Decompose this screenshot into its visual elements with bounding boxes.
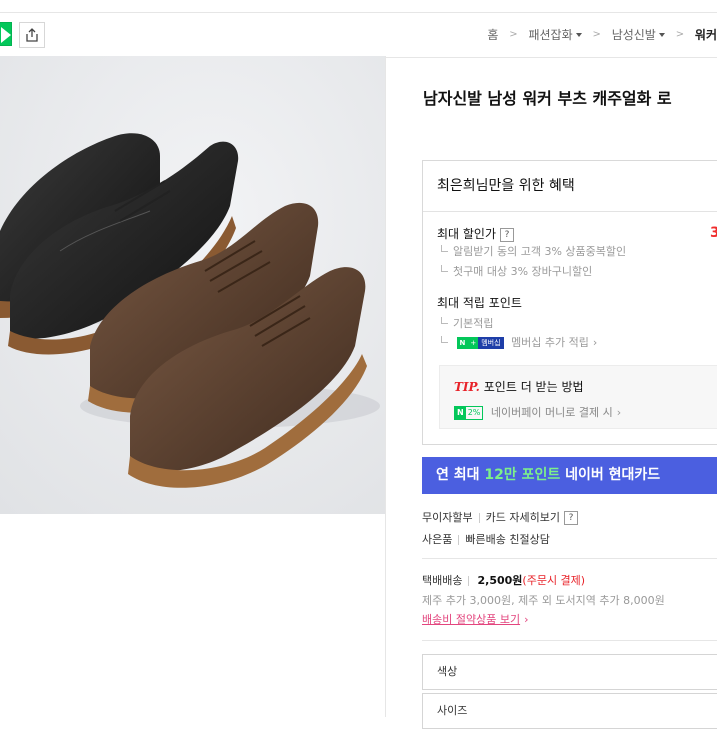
badge-membership: 멤버십 [478, 337, 504, 349]
chevron-right-icon: › [616, 406, 622, 419]
breadcrumb-fashion[interactable]: 패션잡화 [528, 26, 582, 43]
membership-row: N + 멤버십 멤버십 추가 적립 › [441, 334, 597, 350]
share-button[interactable] [19, 22, 45, 48]
npay-link[interactable]: 네이버페이 머니로 결제 시 [491, 406, 613, 419]
gift-label: 사은품 [422, 533, 453, 546]
divider [458, 535, 460, 545]
indent-corner-icon [441, 245, 448, 252]
color-select[interactable]: 색상 [422, 654, 717, 690]
shoe-photo [0, 56, 385, 514]
fast-shipping-label: 빠른배송 친절상담 [465, 533, 550, 546]
membership-link[interactable]: 멤버십 추가 적립 [511, 336, 589, 349]
benefit-box: 최은희님만을 위한 혜택 최대 할인가? 3 알림받기 동의 고객 3% 상품중… [422, 160, 717, 445]
benefit-heading: 최은희님만을 위한 혜택 [437, 178, 575, 194]
naver-membership-badge-icon: N + 멤버십 [456, 337, 504, 349]
shipping-row: 택배배송 2,500원(주문시 결제) [422, 572, 585, 588]
divider [423, 211, 717, 212]
point-item-text: 기본적립 [453, 317, 494, 330]
tip-label: TIP. [454, 380, 480, 394]
card-promo-banner[interactable]: 연 최대 12만 포인트 네이버 현대카드 [422, 457, 717, 494]
breadcrumb-separator-icon: > [509, 29, 518, 40]
chevron-right-icon: › [592, 336, 598, 349]
tip-line: TIP. 포인트 더 받는 방법 [454, 378, 584, 395]
banner-highlight: 12만 포인트 [484, 467, 561, 483]
breadcrumb: 홈 > 패션잡화 > 남성신발 > 워커 [487, 26, 717, 43]
divider [422, 558, 717, 559]
shipping-saving-row: 배송비 절약상품 보기 › [422, 611, 528, 627]
indent-corner-icon [441, 336, 448, 343]
caret-down-icon [575, 32, 582, 37]
shipping-saving-link[interactable]: 배송비 절약상품 보기 [422, 613, 520, 626]
divider [478, 513, 480, 523]
breadcrumb-separator-icon: > [675, 29, 685, 40]
point-item: 기본적립 [441, 315, 493, 331]
card-detail-link[interactable]: 카드 자세히보기 [486, 511, 560, 524]
payment-row: 무이자할부 카드 자세히보기? [422, 509, 578, 525]
npay-badge-pct: 2% [467, 408, 481, 417]
max-discount-text: 최대 할인가 [437, 227, 497, 241]
breadcrumb-mens-shoes[interactable]: 남성신발 [612, 26, 665, 43]
discount-item: 알림받기 동의 고객 3% 상품중복할인 [441, 243, 626, 259]
chevron-right-icon: › [524, 613, 529, 626]
shipping-extra: 제주 추가 3,000원, 제주 외 도서지역 추가 8,000원 [422, 594, 665, 607]
top-bar: 홈 > 패션잡화 > 남성신발 > 워커 [0, 12, 717, 58]
size-select[interactable]: 사이즈 [422, 693, 717, 729]
shipping-label: 택배배송 [422, 574, 463, 587]
breadcrumb-fashion-label: 패션잡화 [528, 28, 573, 42]
shipping-price: 2,500원 [477, 574, 523, 587]
npay-badge-icon: N 2% [454, 406, 484, 420]
discount-item-text: 알림받기 동의 고객 3% 상품중복할인 [453, 245, 627, 258]
tip-text: 포인트 더 받는 방법 [483, 380, 584, 394]
badge-plus: + [468, 337, 479, 349]
badge-n: N [456, 337, 469, 349]
npay-badge-n: N [455, 407, 466, 419]
divider [422, 640, 717, 641]
breadcrumb-mens-shoes-label: 남성신발 [611, 28, 656, 42]
indent-corner-icon [441, 265, 448, 272]
banner-prefix: 연 최대 [436, 467, 485, 483]
breadcrumb-home[interactable]: 홈 [487, 26, 498, 43]
naver-green-n-icon[interactable] [0, 22, 12, 46]
max-point-label: 최대 적립 포인트 [437, 296, 522, 310]
discount-item: 첫구매 대상 3% 장바구니할인 [441, 263, 592, 279]
tip-box[interactable]: TIP.포인트 더 받는 방법 + N2% 네이버페이 머니로 결제 시› [439, 365, 717, 429]
help-icon[interactable]: ? [563, 511, 578, 525]
npay-row: N 2% 네이버페이 머니로 결제 시 › [454, 404, 621, 420]
product-title: 남자신발 남성 워커 부츠 캐주얼화 로 [423, 89, 672, 108]
breadcrumb-separator-icon: > [592, 29, 601, 40]
gift-row: 사은품 빠른배송 친절상담 [422, 531, 550, 547]
divider [468, 576, 470, 586]
discount-item-text: 첫구매 대상 3% 장바구니할인 [453, 265, 593, 278]
indent-corner-icon [441, 317, 448, 324]
max-discount-label: 최대 할인가? [437, 225, 515, 242]
banner-suffix: 네이버 현대카드 [560, 467, 661, 483]
installment-label: 무이자할부 [422, 511, 473, 524]
product-image[interactable] [0, 56, 385, 514]
caret-down-icon [658, 32, 665, 37]
share-icon [26, 28, 38, 42]
help-icon[interactable]: ? [500, 227, 515, 242]
shipping-condition: (주문시 결제) [522, 574, 586, 587]
max-discount-price: 3 [710, 225, 717, 241]
breadcrumb-walker[interactable]: 워커 [695, 26, 717, 43]
column-divider [385, 56, 386, 717]
